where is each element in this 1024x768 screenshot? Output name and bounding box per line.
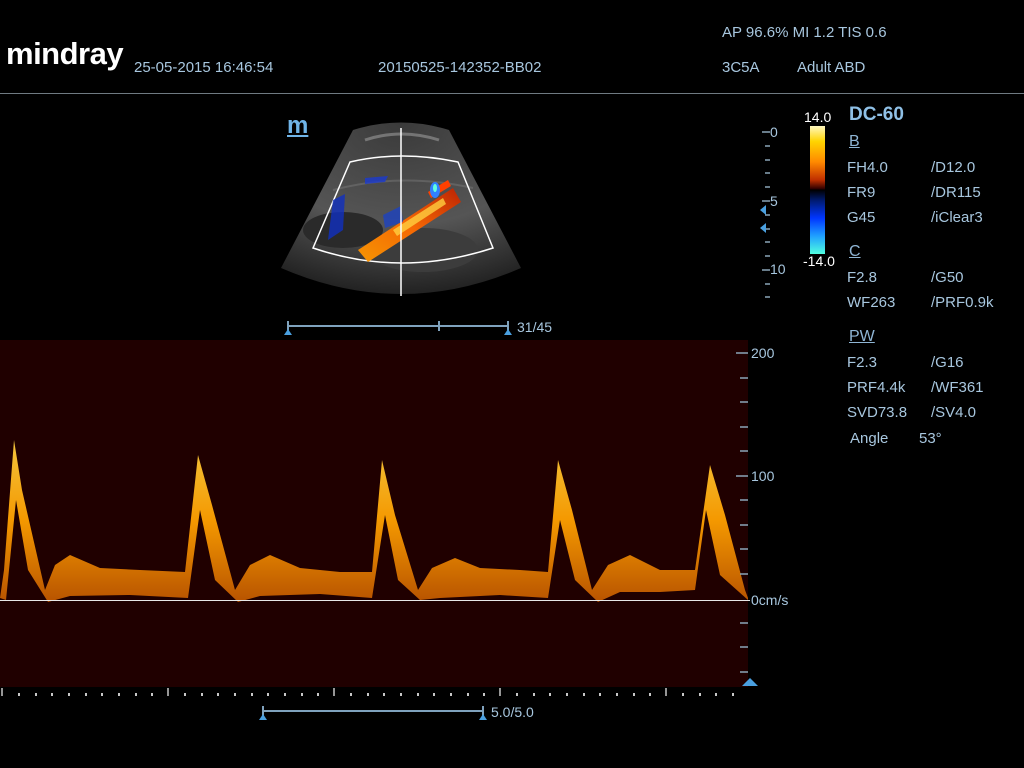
pw-param: /G16 — [931, 354, 964, 371]
exam-mode: Adult ABD — [797, 59, 866, 76]
pw-section-title: PW — [849, 328, 875, 345]
velocity-label-100: 100 — [751, 468, 775, 484]
cine-progress-bar-bottom[interactable] — [257, 703, 489, 721]
doppler-spectrum — [0, 340, 748, 687]
b-param: /DR115 — [931, 184, 981, 201]
b-mode-section-title: B — [849, 133, 860, 150]
cine-progress-bar-top[interactable] — [282, 318, 514, 336]
depth-label-10: 10 — [770, 261, 786, 277]
color-section-title: C — [849, 243, 861, 260]
datetime: 25-05-2015 16:46:54 — [134, 59, 274, 76]
time-axis — [1, 688, 734, 696]
header-divider — [0, 93, 1024, 94]
pw-param: F2.3 — [847, 354, 878, 371]
depth-label-5: 5 — [770, 193, 778, 209]
pw-param: /SV4.0 — [931, 404, 977, 421]
c-param: /PRF0.9k — [931, 294, 994, 311]
preset-label: DC-60 — [849, 104, 904, 125]
probe-name: 3C5A — [722, 59, 760, 76]
focus-marker-icon — [760, 205, 766, 215]
b-param: /iClear3 — [931, 209, 983, 226]
sweep-speed-label: 5.0/5.0 — [491, 704, 534, 720]
exam-id: 20150525-142352-BB02 — [378, 59, 542, 76]
velocity-label-zero: 0cm/s — [751, 592, 789, 608]
color-velocity-bar — [810, 126, 825, 254]
velocity-label-200: 200 — [751, 345, 775, 361]
angle-value: 53° — [919, 430, 942, 447]
pw-param: SVD73.8 — [847, 404, 908, 421]
color-bar-min: -14.0 — [803, 253, 835, 269]
color-doppler-image — [281, 122, 521, 296]
c-param: WF263 — [847, 294, 896, 311]
c-param: /G50 — [931, 269, 964, 286]
pw-param: /WF361 — [931, 379, 984, 396]
c-param: F2.8 — [847, 269, 878, 286]
angle-label: Angle — [850, 430, 889, 447]
depth-label-0: 0 — [770, 124, 778, 140]
velocity-scale — [736, 352, 748, 673]
pw-param: PRF4.4k — [847, 379, 906, 396]
focus-marker-icon — [760, 223, 766, 233]
baseline-arrow-icon[interactable] — [741, 676, 759, 688]
cine-frame-counter: 31/45 — [517, 319, 553, 335]
b-param: FH4.0 — [847, 159, 888, 176]
b-param: G45 — [847, 209, 876, 226]
acoustic-output: AP 96.6% MI 1.2 TIS 0.6 — [722, 24, 887, 41]
b-param: /D12.0 — [931, 159, 976, 176]
mindray-logo: mindray — [6, 36, 124, 71]
doppler-baseline — [0, 600, 750, 601]
color-bar-max: 14.0 — [804, 109, 832, 125]
b-param: FR9 — [847, 184, 876, 201]
